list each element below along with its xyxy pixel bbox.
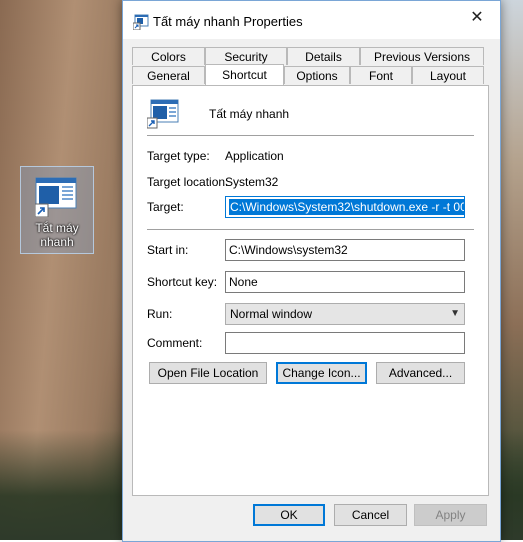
change-icon-button[interactable]: Change Icon... bbox=[276, 362, 367, 384]
separator bbox=[147, 229, 474, 230]
start-in-input[interactable]: C:\Windows\system32 bbox=[225, 239, 465, 261]
run-label: Run: bbox=[147, 307, 173, 321]
tab-font[interactable]: Font bbox=[350, 66, 412, 84]
target-type-label: Target type: bbox=[147, 149, 210, 163]
separator bbox=[147, 135, 474, 136]
chevron-down-icon: ▼ bbox=[450, 308, 460, 319]
close-button[interactable]: ✕ bbox=[454, 1, 500, 33]
shortcut-key-input[interactable]: None bbox=[225, 271, 465, 293]
tab-details[interactable]: Details bbox=[287, 47, 360, 65]
shortcut-name: Tất máy nhanh bbox=[209, 107, 290, 121]
target-input[interactable]: C:\Windows\System32\shutdown.exe -r -t 0… bbox=[225, 196, 465, 218]
comment-label: Comment: bbox=[147, 336, 203, 350]
start-in-label: Start in: bbox=[147, 243, 189, 257]
shortcut-window-icon bbox=[34, 177, 79, 220]
tab-options[interactable]: Options bbox=[284, 66, 350, 84]
shortcut-app-icon bbox=[132, 14, 149, 33]
target-location-label: Target location: bbox=[147, 175, 229, 189]
title-bar: Tất máy nhanh Properties ✕ bbox=[123, 1, 500, 39]
open-file-location-button[interactable]: Open File Location bbox=[149, 362, 267, 384]
tab-shortcut[interactable]: Shortcut bbox=[205, 64, 284, 85]
tab-previous-versions[interactable]: Previous Versions bbox=[360, 47, 484, 65]
apply-button[interactable]: Apply bbox=[414, 504, 487, 526]
ok-button[interactable]: OK bbox=[253, 504, 325, 526]
shortcut-large-icon bbox=[146, 99, 179, 132]
run-select[interactable]: Normal window ▼ bbox=[225, 303, 465, 325]
tab-general[interactable]: General bbox=[132, 66, 205, 84]
window-title: Tất máy nhanh Properties bbox=[153, 14, 303, 29]
tab-security[interactable]: Security bbox=[205, 47, 287, 65]
target-input-text: C:\Windows\System32\shutdown.exe -r -t 0… bbox=[229, 199, 464, 215]
cancel-button[interactable]: Cancel bbox=[334, 504, 407, 526]
close-icon: ✕ bbox=[470, 9, 484, 26]
dialog-client: Colors Security Details Previous Version… bbox=[123, 39, 500, 541]
tab-colors[interactable]: Colors bbox=[132, 47, 205, 65]
target-location-value: System32 bbox=[225, 175, 279, 189]
comment-input[interactable] bbox=[225, 332, 465, 354]
shortcut-panel: Tất máy nhanh Target type: Application T… bbox=[132, 85, 489, 496]
target-label: Target: bbox=[147, 200, 184, 214]
advanced-button[interactable]: Advanced... bbox=[376, 362, 465, 384]
desktop-icon-label: Tắt máy nhanh bbox=[35, 221, 79, 249]
properties-dialog: Tất máy nhanh Properties ✕ Colors Securi… bbox=[122, 0, 501, 542]
tab-layout[interactable]: Layout bbox=[412, 66, 484, 84]
desktop-shortcut-icon[interactable]: Tắt máy nhanh bbox=[20, 166, 94, 254]
target-type-value: Application bbox=[225, 149, 284, 163]
run-select-value: Normal window bbox=[230, 307, 313, 321]
shortcut-key-label: Shortcut key: bbox=[147, 275, 218, 289]
